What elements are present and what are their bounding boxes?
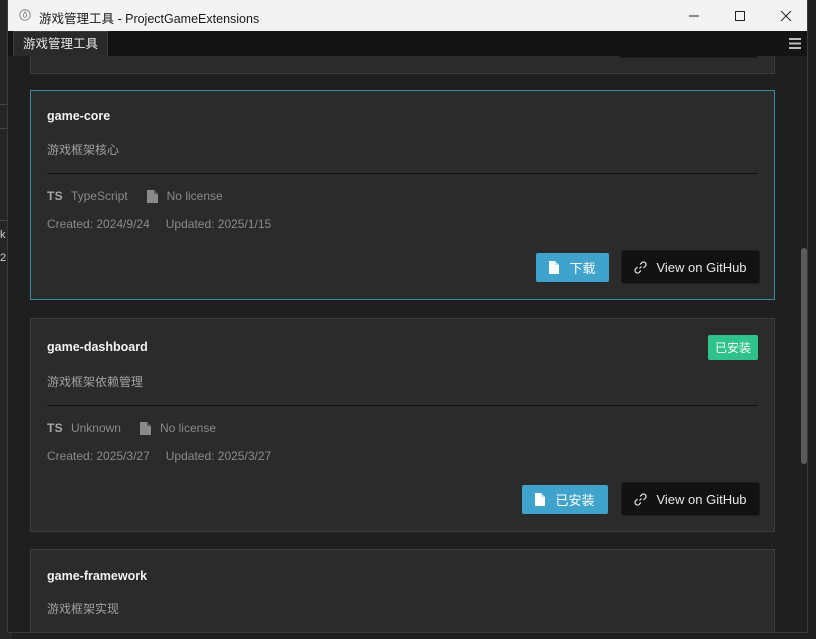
created-date: Created: 2024/9/24 (47, 217, 150, 231)
installed-button-label: 已安装 (555, 493, 595, 508)
extension-name: game-framework (47, 569, 148, 583)
license-label: No license (159, 421, 216, 435)
extension-description: 游戏框架依赖管理 (47, 375, 144, 389)
maximize-button[interactable] (717, 0, 763, 31)
background-text: 2 (0, 252, 7, 264)
card-divider (47, 173, 758, 174)
typescript-icon: TS (47, 189, 63, 203)
license-label: No license (166, 189, 223, 203)
maximize-icon (735, 10, 745, 21)
extension-name: game-dashboard (47, 340, 148, 354)
updated-date: Updated: 2025/1/15 (165, 217, 272, 231)
file-icon (549, 261, 560, 274)
updated-date: Updated: 2025/3/27 (165, 449, 272, 463)
meta-row: TS TypeScript No license (47, 189, 223, 203)
dates-row: Created: 2024/9/24 Updated: 2025/1/15 (47, 217, 271, 231)
extension-card[interactable]: game-core 游戏框架核心 TS TypeScript No licens… (30, 90, 775, 300)
dates-row: Created: 2025/3/27 Updated: 2025/3/27 (47, 449, 271, 463)
github-button-label: View on GitHub (656, 259, 747, 275)
extension-name: game-core (47, 109, 111, 123)
scrollbar-thumb[interactable] (801, 248, 807, 464)
language-label: TypeScript (70, 189, 128, 203)
github-button-label: View on GitHub (656, 491, 747, 507)
file-icon (535, 493, 546, 506)
typescript-icon: TS (47, 421, 63, 435)
menu-icon[interactable] (789, 38, 801, 49)
close-icon (780, 10, 792, 21)
meta-row: TS Unknown No license (47, 421, 216, 435)
minimize-button[interactable] (671, 0, 717, 31)
close-button[interactable] (763, 0, 807, 31)
license-icon (139, 421, 151, 435)
tab-bar: 游戏管理工具 (8, 31, 807, 56)
link-icon (634, 260, 647, 274)
download-button-label: 下载 (569, 261, 596, 276)
app-logo-icon (19, 9, 31, 21)
window-title: 游戏管理工具 - ProjectGameExtensions (39, 12, 260, 26)
extension-description: 游戏框架核心 (47, 143, 120, 157)
title-bar[interactable]: 游戏管理工具 - ProjectGameExtensions (8, 0, 807, 31)
extension-card (30, 56, 775, 74)
language-label: Unknown (70, 421, 121, 435)
download-button[interactable]: 下载 (536, 253, 609, 282)
license-icon (146, 189, 158, 203)
installed-button[interactable]: 已安装 (522, 485, 608, 514)
link-icon (634, 492, 647, 506)
app-window: 游戏管理工具 - ProjectGameExtensions 游戏管理工具 ga… (7, 0, 808, 633)
background-text: k (0, 229, 6, 241)
extension-description: 游戏框架实现 (47, 602, 120, 616)
extension-list[interactable]: game-core 游戏框架核心 TS TypeScript No licens… (8, 56, 807, 632)
extension-card[interactable]: game-framework 游戏框架实现 (30, 549, 775, 632)
extension-card[interactable]: game-dashboard 已安装 游戏框架依赖管理 TS Unknown N… (30, 318, 775, 532)
github-button[interactable]: View on GitHub (621, 250, 760, 284)
github-button[interactable] (619, 56, 758, 58)
minimize-icon (689, 15, 699, 16)
tab-game-manager[interactable]: 游戏管理工具 (13, 31, 109, 56)
card-divider (47, 405, 758, 406)
created-date: Created: 2025/3/27 (47, 449, 150, 463)
installed-badge: 已安装 (707, 335, 758, 360)
github-button[interactable]: View on GitHub (621, 482, 760, 516)
